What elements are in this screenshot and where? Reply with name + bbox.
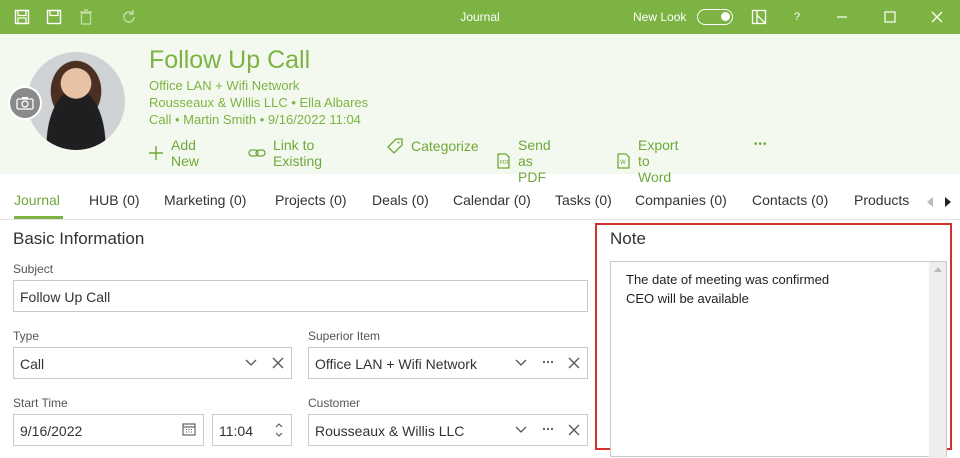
note-line: CEO will be available: [626, 291, 749, 306]
more-options-icon[interactable]: [541, 422, 555, 436]
chevron-down-icon[interactable]: [514, 423, 528, 437]
tab-journal[interactable]: Journal: [14, 192, 60, 208]
superior-item-link[interactable]: Office LAN + Wifi Network: [149, 78, 299, 93]
help-button[interactable]: ?: [794, 11, 800, 23]
superior-item-label: Superior Item: [308, 329, 381, 343]
window-title: Journal: [460, 10, 500, 24]
clear-superior-item-icon[interactable]: [567, 356, 581, 370]
camera-icon[interactable]: [8, 86, 42, 120]
categorize-button[interactable]: Categorize: [386, 137, 479, 155]
tab-bar: Journal HUB (0) Marketing (0) Projects (…: [0, 174, 960, 220]
note-line: The date of meeting was confirmed: [626, 272, 830, 287]
tabs-scroll-left-icon[interactable]: [926, 194, 934, 207]
note-textarea[interactable]: The date of meeting was confirmed CEO wi…: [610, 261, 947, 458]
new-look-label: New Look: [633, 10, 687, 24]
tab-projects[interactable]: Projects (0): [275, 192, 347, 208]
customer-contact-line[interactable]: Rousseaux & Willis LLC • Ella Albares: [149, 95, 368, 110]
word-icon: W: [616, 152, 631, 170]
start-date-field[interactable]: 9/16/2022: [13, 414, 204, 446]
note-heading: Note: [610, 229, 646, 248]
title-bar: Journal New Look ?: [0, 0, 960, 34]
record-title: Follow Up Call: [149, 46, 311, 74]
chevron-down-icon[interactable]: [514, 356, 528, 370]
plus-icon: [148, 144, 164, 162]
add-new-button[interactable]: Add New: [148, 137, 201, 169]
tab-deals[interactable]: Deals (0): [372, 192, 429, 208]
close-icon[interactable]: [926, 6, 948, 28]
more-actions-button[interactable]: •••: [754, 139, 768, 150]
tabs-scroll-right-icon[interactable]: [944, 194, 952, 207]
tab-hub[interactable]: HUB (0): [89, 192, 140, 208]
pdf-icon: PDF: [496, 152, 511, 170]
tab-marketing[interactable]: Marketing (0): [164, 192, 246, 208]
link-icon: [248, 144, 266, 162]
tab-products[interactable]: Products (: [854, 192, 914, 208]
superior-item-value: Office LAN + Wifi Network: [315, 356, 477, 372]
clear-type-icon[interactable]: [271, 356, 285, 370]
tab-calendar[interactable]: Calendar (0): [453, 192, 531, 208]
type-value: Call: [20, 356, 45, 372]
type-owner-time-line: Call • Martin Smith • 9/16/2022 11:04: [149, 112, 361, 127]
start-time-label: Start Time: [13, 396, 68, 410]
start-date-value: 9/16/2022: [20, 423, 83, 439]
scroll-up-icon[interactable]: [934, 267, 942, 272]
svg-text:W: W: [620, 160, 626, 166]
type-label: Type: [13, 329, 40, 343]
tab-contacts[interactable]: Contacts (0): [752, 192, 828, 208]
new-look-toggle[interactable]: [697, 9, 733, 25]
subject-label: Subject: [13, 262, 54, 276]
link-to-existing-button[interactable]: Link to Existing: [248, 137, 322, 169]
active-tab-indicator: [14, 216, 63, 219]
maximize-icon[interactable]: [879, 6, 901, 28]
tab-tasks[interactable]: Tasks (0): [555, 192, 612, 208]
tab-companies[interactable]: Companies (0): [635, 192, 727, 208]
customer-label: Customer: [308, 396, 361, 410]
time-stepper-icon[interactable]: [272, 420, 286, 440]
calendar-icon[interactable]: [182, 422, 196, 436]
record-header: Follow Up Call Office LAN + Wifi Network…: [0, 34, 960, 185]
note-content: The date of meeting was confirmed CEO wi…: [626, 270, 829, 308]
basic-information-heading: Basic Information: [13, 229, 145, 248]
customer-value: Rousseaux & Willis LLC: [315, 423, 465, 439]
clear-customer-icon[interactable]: [567, 423, 581, 437]
more-options-icon[interactable]: [541, 355, 555, 369]
note-scrollbar[interactable]: [929, 262, 946, 458]
tag-icon: [386, 137, 404, 155]
start-time-value: 11:04: [219, 423, 253, 439]
subject-field[interactable]: Follow Up Call: [13, 280, 588, 312]
svg-text:PDF: PDF: [500, 160, 510, 166]
chevron-down-icon[interactable]: [244, 356, 258, 370]
layout-icon[interactable]: [750, 8, 768, 26]
minimize-icon[interactable]: [831, 6, 853, 28]
